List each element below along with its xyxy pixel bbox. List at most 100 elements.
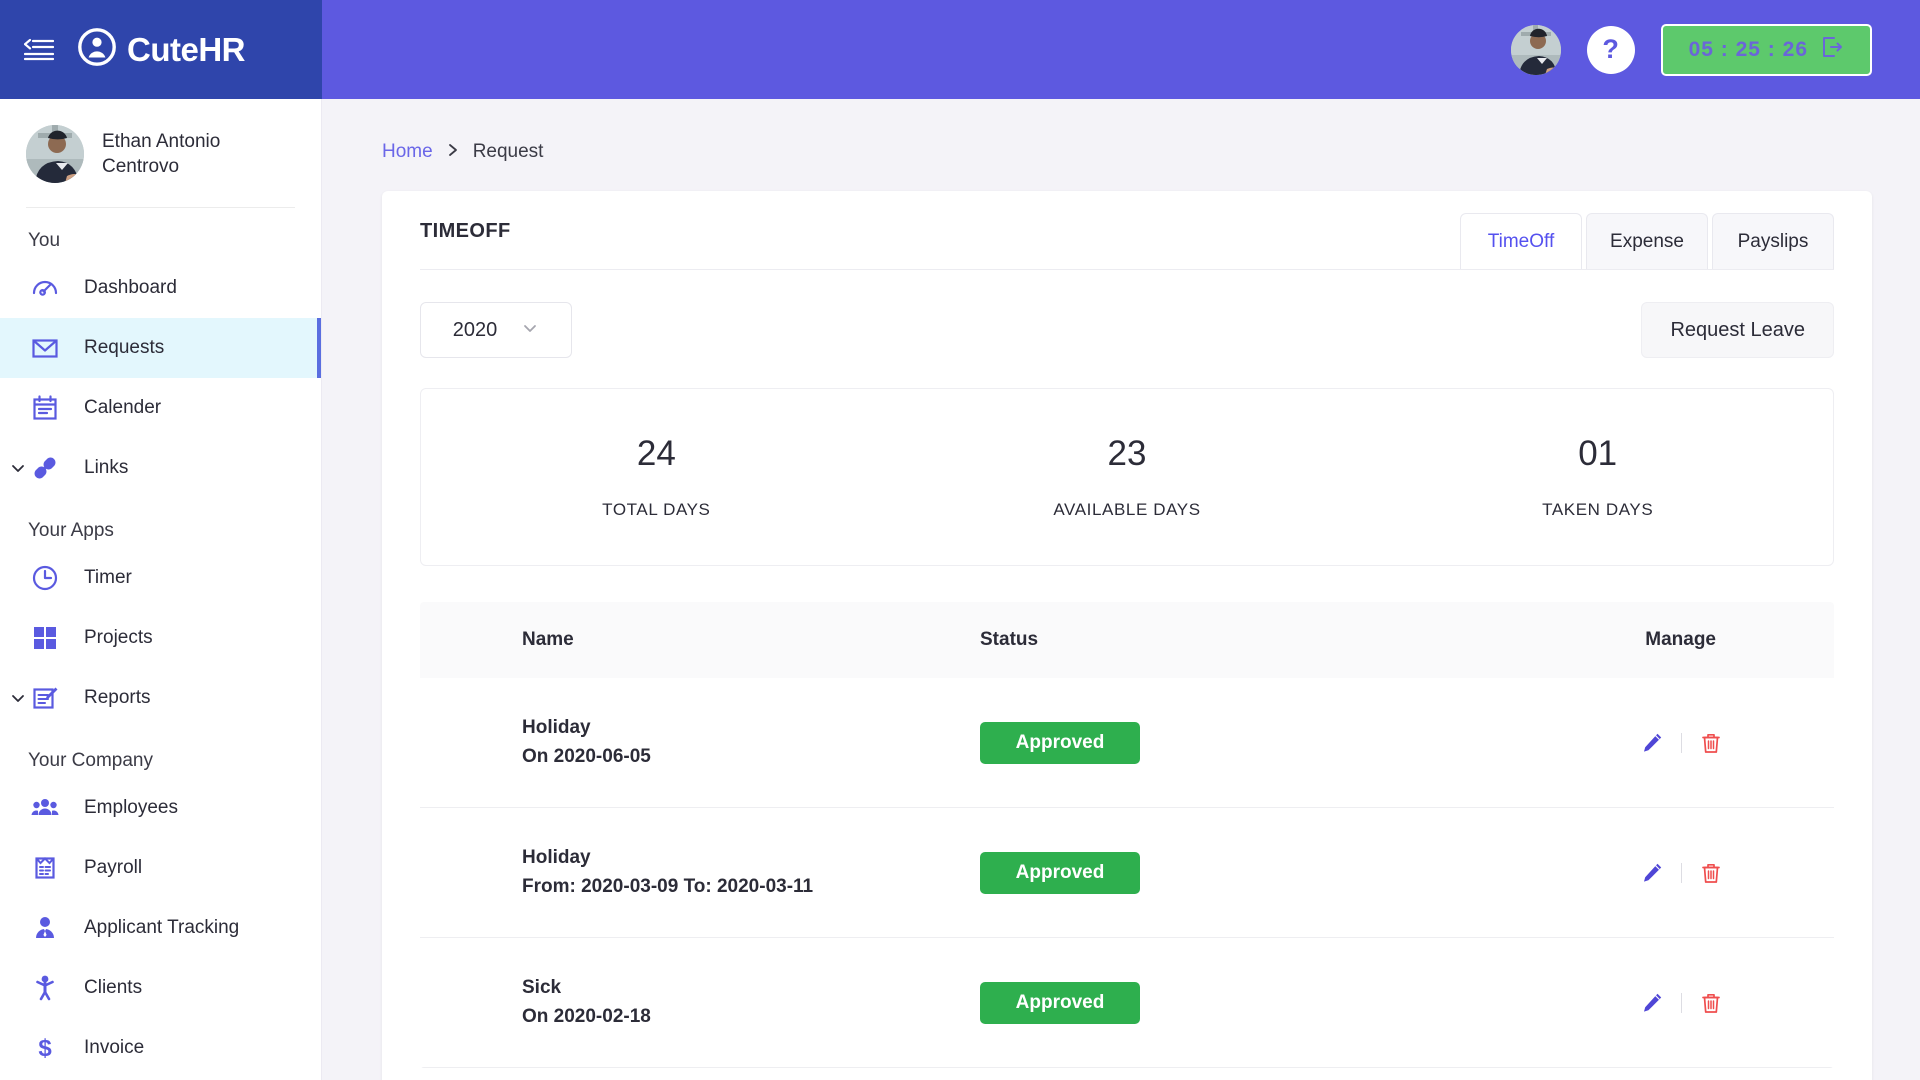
app-root: CuteHR ? 05 : 25 : 26 Ethan Antonio Cent… — [0, 0, 1920, 1080]
sidebar-item-payroll[interactable]: Payroll — [0, 838, 321, 898]
top-bar: CuteHR ? 05 : 25 : 26 — [0, 0, 1920, 99]
timeoff-card: TIMEOFF TimeOff Expense Payslips 2020 Re… — [382, 191, 1872, 1080]
column-header-manage: Manage — [1645, 629, 1716, 650]
pencil-icon[interactable] — [1639, 730, 1665, 756]
trash-icon[interactable] — [1698, 860, 1724, 886]
chevron-right-icon — [447, 142, 459, 163]
trash-icon[interactable] — [1698, 990, 1724, 1016]
sidebar-item-label: Employees — [84, 797, 178, 818]
breadcrumb-current: Request — [472, 141, 544, 162]
brand-area: CuteHR — [0, 0, 322, 99]
timer-button[interactable]: 05 : 25 : 26 — [1660, 23, 1872, 76]
tab-expense[interactable]: Expense — [1586, 213, 1708, 269]
user-circle-icon — [78, 28, 116, 71]
svg-text:$: $ — [38, 1035, 52, 1062]
stat-total-days: 24 TOTAL DAYS — [421, 434, 892, 520]
timer-value: 05 : 25 : 26 — [1688, 37, 1808, 61]
stat-label: TAKEN DAYS — [1542, 500, 1654, 519]
sidebar-item-label: Projects — [84, 627, 153, 648]
action-divider — [1681, 992, 1682, 1013]
stat-taken-days: 01 TAKEN DAYS — [1362, 434, 1833, 520]
breadcrumb-home-link[interactable]: Home — [382, 141, 433, 163]
trash-icon[interactable] — [1698, 730, 1724, 756]
sidebar-item-projects[interactable]: Projects — [0, 608, 321, 668]
body-wrapper: Ethan Antonio Centrovo You Dashboard Req… — [0, 99, 1920, 1080]
request-leave-button[interactable]: Request Leave — [1641, 302, 1834, 358]
sidebar-item-applicant-tracking[interactable]: Applicant Tracking — [0, 898, 321, 958]
stat-available-days: 23 AVAILABLE DAYS — [892, 434, 1363, 520]
action-divider — [1681, 862, 1682, 883]
year-select-value: 2020 — [452, 318, 498, 341]
row-title: Holiday — [522, 847, 591, 868]
grid-icon — [28, 621, 62, 655]
avatar[interactable] — [1510, 24, 1561, 75]
sidebar-section-your-apps-title: Your Apps — [28, 520, 114, 541]
cell-name: Sick On 2020-02-18 — [420, 974, 980, 1031]
cell-manage — [1540, 990, 1834, 1016]
sidebar-item-label: Calender — [84, 397, 162, 418]
pencil-icon[interactable] — [1639, 990, 1665, 1016]
sidebar-item-employees[interactable]: Employees — [0, 778, 321, 838]
sidebar-user-name: Ethan Antonio Centrovo — [102, 130, 221, 177]
stat-value: 01 — [1578, 434, 1618, 473]
document-edit-icon — [28, 681, 62, 715]
people-icon — [28, 791, 62, 825]
sidebar-item-clients[interactable]: Clients — [0, 958, 321, 1018]
sidebar-section-your-company-title: Your Company — [28, 750, 153, 771]
brand-name: CuteHR — [127, 30, 246, 68]
pencil-icon[interactable] — [1639, 860, 1665, 886]
year-select[interactable]: 2020 — [420, 302, 572, 358]
stat-label: TOTAL DAYS — [602, 500, 711, 519]
row-dates: On 2020-02-18 — [522, 1005, 651, 1027]
row-dates: From: 2020-03-09 To: 2020-03-11 — [522, 875, 814, 897]
clipboard-icon — [28, 851, 62, 885]
sidebar-item-label: Links — [84, 457, 129, 478]
sidebar-item-label: Applicant Tracking — [84, 917, 240, 938]
row-title: Holiday — [522, 717, 591, 738]
table-row: Sick On 2020-02-18 Approved — [420, 938, 1834, 1068]
logo[interactable]: CuteHR — [78, 28, 246, 71]
sidebar-item-label: Timer — [84, 567, 132, 588]
sidebar-item-invoice[interactable]: $ Invoice — [0, 1018, 321, 1078]
logout-icon — [1820, 35, 1844, 64]
sidebar-item-requests[interactable]: Requests — [0, 318, 321, 378]
cell-status: Approved — [980, 851, 1540, 894]
sidebar-item-label: Dashboard — [84, 277, 177, 298]
table-header-row: Name Status Manage — [420, 602, 1834, 678]
table-row: Holiday From: 2020-03-09 To: 2020-03-11 … — [420, 808, 1834, 938]
avatar — [26, 125, 84, 183]
stat-value: 23 — [1107, 434, 1147, 473]
sidebar-item-label: Payroll — [84, 857, 143, 878]
dollar-icon: $ — [28, 1031, 62, 1065]
card-toolbar: 2020 Request Leave — [382, 270, 1872, 358]
help-button[interactable]: ? — [1586, 25, 1635, 74]
tab-timeoff[interactable]: TimeOff — [1460, 213, 1582, 269]
cell-name: Holiday On 2020-06-05 — [420, 714, 980, 771]
sidebar-item-label: Invoice — [84, 1037, 145, 1058]
cell-status: Approved — [980, 721, 1540, 764]
cell-manage — [1540, 730, 1834, 756]
sidebar-user-profile[interactable]: Ethan Antonio Centrovo — [0, 99, 321, 207]
action-divider — [1681, 732, 1682, 753]
sidebar: Ethan Antonio Centrovo You Dashboard Req… — [0, 99, 322, 1080]
column-header-name: Name — [522, 629, 574, 650]
sidebar-item-links[interactable]: Links — [0, 438, 321, 498]
link-icon — [28, 451, 62, 485]
stats-panel: 24 TOTAL DAYS 23 AVAILABLE DAYS 01 TAKEN… — [420, 388, 1834, 566]
sidebar-item-calender[interactable]: Calender — [0, 378, 321, 438]
sidebar-item-label: Reports — [84, 687, 151, 708]
main-content: Home Request TIMEOFF TimeOff Expense Pay… — [322, 99, 1920, 1080]
collapse-sidebar-icon[interactable] — [22, 33, 56, 67]
sidebar-item-reports[interactable]: Reports — [0, 668, 321, 728]
chevron-down-icon[interactable] — [10, 460, 26, 476]
top-bar-actions: ? 05 : 25 : 26 — [322, 0, 1920, 99]
sidebar-item-label: Requests — [84, 337, 165, 358]
table-row: Holiday On 2020-06-05 Approved — [420, 678, 1834, 808]
chevron-down-icon[interactable] — [10, 690, 26, 706]
chevron-down-icon — [521, 319, 539, 342]
card-header: TIMEOFF TimeOff Expense Payslips — [382, 191, 1872, 269]
sidebar-item-timer[interactable]: Timer — [0, 548, 321, 608]
cell-manage — [1540, 860, 1834, 886]
tab-payslips[interactable]: Payslips — [1712, 213, 1834, 269]
sidebar-item-dashboard[interactable]: Dashboard — [0, 258, 321, 318]
